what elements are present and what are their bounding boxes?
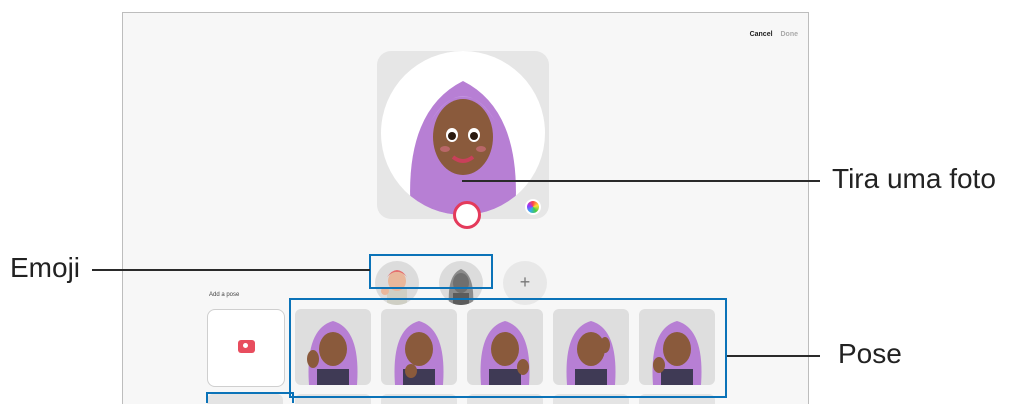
done-button[interactable]: Done [781, 31, 799, 38]
emoji-callout-line [92, 269, 370, 271]
pose-callout-label: Pose [838, 338, 902, 369]
shutter-button[interactable] [453, 201, 481, 229]
color-wheel-icon[interactable] [525, 199, 541, 215]
cancel-button[interactable]: Cancel [750, 31, 773, 38]
add-pose-camera-tile[interactable] [207, 309, 285, 387]
pose-callout-line [727, 355, 820, 357]
add-pose-label: Add a pose [209, 292, 240, 298]
pose-highlight-box-lower [206, 392, 294, 403]
avatar-preview [377, 51, 549, 229]
camera-icon [238, 340, 255, 353]
emoji-callout-label: Emoji [10, 252, 81, 283]
top-bar: Cancel Done [744, 31, 798, 38]
avatar-image [381, 51, 545, 215]
pose-highlight-box [289, 298, 727, 398]
shutter-callout-line [462, 180, 820, 182]
emoji-highlight-box [369, 254, 493, 289]
shutter-callout-label: Tira uma foto [832, 163, 996, 194]
